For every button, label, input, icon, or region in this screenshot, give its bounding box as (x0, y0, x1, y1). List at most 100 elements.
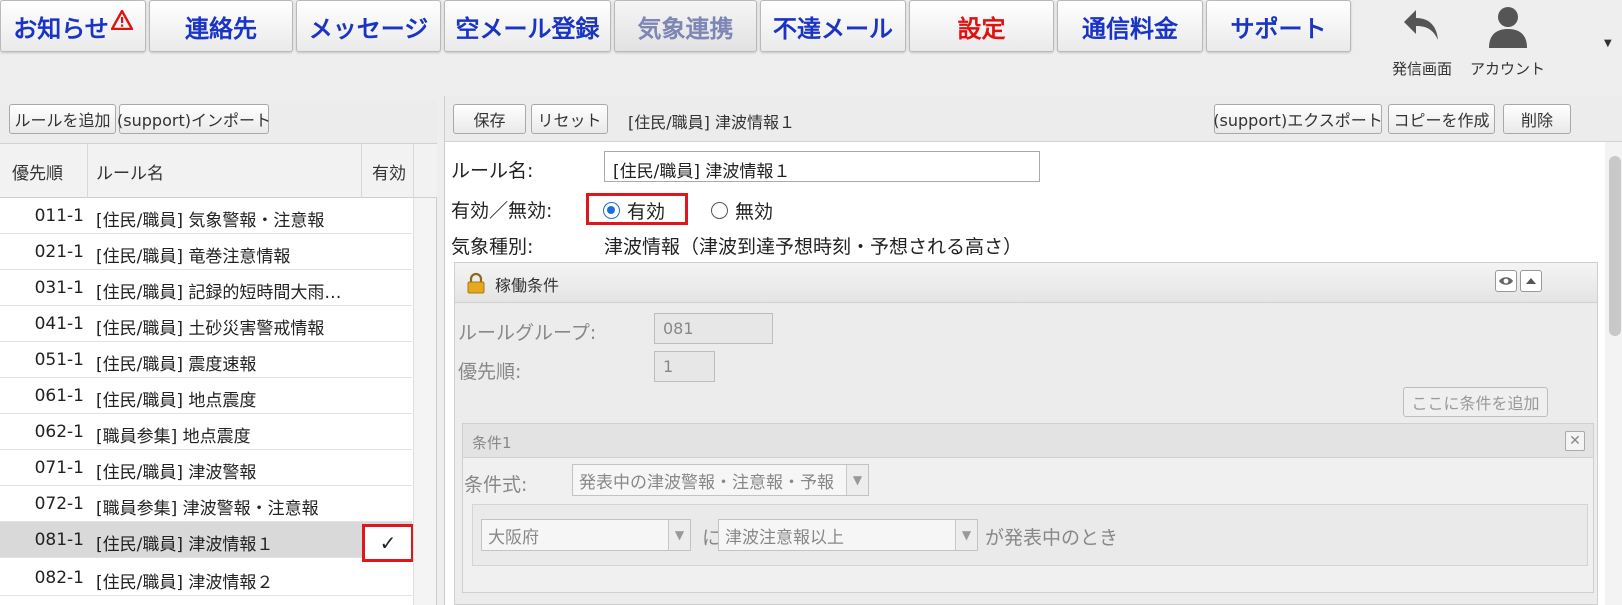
panel-priority-input[interactable]: 1 (654, 351, 715, 382)
status-label: 有効／無効: (451, 200, 553, 222)
rule-list-panel: ルールを追加 (support)インポート 優先順 ルール名 有効 011-1 [… (0, 100, 437, 605)
row-enabled-check[interactable]: ✓ (362, 524, 414, 562)
table-row[interactable]: 082-1 [住民/職員] 津波情報２ (0, 560, 412, 596)
save-button[interactable]: 保存 (453, 104, 526, 134)
send-screen-button[interactable]: 発信画面 (1392, 4, 1452, 79)
condition-expr-select[interactable]: 発表中の津波警報・注意報・予報 ▼ (572, 464, 869, 496)
account-button[interactable]: アカウント (1470, 4, 1545, 79)
detail-scrollbar[interactable] (1605, 142, 1622, 605)
row-name: [住民/職員] 地点震度 (96, 391, 257, 411)
status-off-label: 無効 (735, 201, 774, 223)
nav-undelivered[interactable]: 不達メール (760, 0, 906, 52)
eye-icon[interactable] (1495, 270, 1517, 292)
close-icon[interactable]: ✕ (1565, 431, 1585, 451)
row-name: [住民/職員] 津波警報 (96, 463, 257, 483)
condition-suffix-text: が発表中のとき (985, 527, 1119, 549)
row-name: [職員参集] 津波警報・注意報 (96, 499, 319, 519)
table-row[interactable]: 041-1 [住民/職員] 土砂災害警戒情報 (0, 306, 412, 342)
import-button[interactable]: (support)インポート (117, 104, 271, 134)
nav-weather[interactable]: 気象連携 (614, 0, 757, 52)
export-button[interactable]: (support)エクスポート (1213, 104, 1383, 134)
table-row[interactable]: 031-1 [住民/職員] 記録的短時間大雨… (0, 270, 412, 306)
row-name: [住民/職員] 土砂災害警戒情報 (96, 319, 325, 339)
column-rule-name[interactable]: ルール名 (88, 144, 362, 198)
copy-button[interactable]: コピーを作成 (1388, 104, 1495, 134)
add-condition-button[interactable]: ここに条件を追加 (1403, 387, 1548, 417)
alert-level-select[interactable]: 津波注意報以上 ▼ (718, 519, 978, 551)
rule-name-input[interactable]: [住民/職員] 津波情報１ (604, 151, 1040, 182)
lock-icon (466, 272, 486, 298)
nav-empty-mail[interactable]: 空メール登録 (444, 0, 611, 52)
table-row[interactable]: 072-1 [職員参集] 津波警報・注意報 (0, 486, 412, 522)
collapse-up-icon[interactable] (1520, 270, 1542, 292)
row-priority: 041-1 (34, 314, 84, 334)
chevron-down-icon: ▼ (846, 465, 868, 495)
table-row[interactable]: 061-1 [住民/職員] 地点震度 (0, 378, 412, 414)
condition-expr-label: 条件式: (464, 474, 528, 496)
nav-fees[interactable]: 通信料金 (1057, 0, 1203, 52)
row-name: [住民/職員] 津波情報１ (96, 535, 274, 555)
rule-list-toolbar: ルールを追加 (support)インポート (0, 100, 437, 144)
reply-arrow-icon (1400, 4, 1444, 52)
rule-list-scrollbar[interactable] (413, 198, 436, 605)
user-avatar-icon (1485, 4, 1531, 52)
rule-detail-toolbar: 保存 リセット [住民/職員] 津波情報１ (support)エクスポート コピ… (445, 96, 1622, 142)
top-navigation: お知らせ 連絡先 メッセージ 空メール登録 気象連携 不達メール 設定 通信料金… (0, 0, 1622, 98)
nav-empty-mail-label: 空メール登録 (455, 14, 600, 43)
nav-messages[interactable]: メッセージ (296, 0, 441, 52)
rule-detail-title: [住民/職員] 津波情報１ (628, 113, 795, 132)
send-screen-label: 発信画面 (1392, 60, 1453, 78)
row-priority: 051-1 (34, 350, 84, 370)
column-enabled[interactable]: 有効 (362, 144, 414, 198)
detail-scrollbar-thumb[interactable] (1609, 156, 1621, 336)
table-row[interactable]: 071-1 [住民/職員] 津波警報 (0, 450, 412, 486)
status-on-label: 有効 (627, 201, 666, 223)
nav-support-label: サポート (1230, 14, 1327, 43)
row-name: [住民/職員] 震度速報 (96, 355, 257, 375)
row-name: [住民/職員] 気象警報・注意報 (96, 211, 325, 231)
chevron-down-icon: ▼ (668, 520, 690, 550)
row-priority: 062-1 (34, 422, 84, 442)
account-caret-icon[interactable]: ▼ (1604, 38, 1612, 49)
alert-level-value: 津波注意報以上 (725, 527, 844, 548)
nav-settings-label: 設定 (957, 14, 1006, 43)
table-row[interactable]: 051-1 [住民/職員] 震度速報 (0, 342, 412, 378)
delete-button[interactable]: 削除 (1503, 104, 1571, 134)
operation-conditions-header: 稼働条件 (455, 263, 1597, 303)
condition-1-header: 条件1 ✕ (463, 424, 1593, 458)
radio-unselected-icon (711, 202, 728, 219)
reset-button[interactable]: リセット (531, 104, 608, 134)
chevron-down-icon: ▼ (955, 520, 977, 550)
nav-notice-label: お知らせ (13, 14, 109, 43)
rule-list-header: 優先順 ルール名 有効 (0, 144, 437, 198)
row-name: [職員参集] 地点震度 (96, 427, 251, 447)
row-priority: 081-1 (34, 530, 84, 550)
row-name: [住民/職員] 津波情報２ (96, 573, 274, 593)
prefecture-select[interactable]: 大阪府 ▼ (481, 519, 691, 551)
prefecture-value: 大阪府 (488, 527, 539, 548)
panel-priority-label: 優先順: (458, 361, 522, 383)
add-rule-button[interactable]: ルールを追加 (9, 104, 116, 134)
rule-detail-panel: 保存 リセット [住民/職員] 津波情報１ (support)エクスポート コピ… (444, 96, 1622, 605)
row-name: [住民/職員] 竜巻注意情報 (96, 247, 291, 267)
nav-contacts[interactable]: 連絡先 (149, 0, 293, 52)
nav-undelivered-label: 不達メール (773, 14, 893, 43)
column-priority[interactable]: 優先順 (0, 144, 88, 198)
nav-support[interactable]: サポート (1206, 0, 1351, 52)
status-off-radio[interactable]: 無効 (711, 197, 773, 224)
table-row-selected[interactable]: 081-1 [住民/職員] 津波情報１ ✓ (0, 522, 414, 562)
weather-type-value: 津波情報（津波到達予想時刻・予想される高さ） (604, 236, 1023, 258)
row-priority: 031-1 (34, 278, 84, 298)
rule-group-input[interactable]: 081 (654, 313, 773, 344)
table-row[interactable]: 062-1 [職員参集] 地点震度 (0, 414, 412, 450)
table-row[interactable]: 011-1 [住民/職員] 気象警報・注意報 (0, 198, 412, 234)
nav-notice[interactable]: お知らせ (0, 0, 146, 52)
radio-selected-icon (603, 202, 620, 219)
nav-messages-label: メッセージ (308, 14, 429, 43)
status-on-radio[interactable]: 有効 (603, 197, 665, 224)
condition-1-title: 条件1 (472, 434, 512, 452)
table-row[interactable]: 021-1 [住民/職員] 竜巻注意情報 (0, 234, 412, 270)
operation-conditions-title: 稼働条件 (495, 276, 560, 295)
nav-settings[interactable]: 設定 (909, 0, 1054, 52)
condition-detail-box: 大阪府 ▼ に 津波注意報以上 ▼ が発表中のとき (472, 504, 1588, 566)
